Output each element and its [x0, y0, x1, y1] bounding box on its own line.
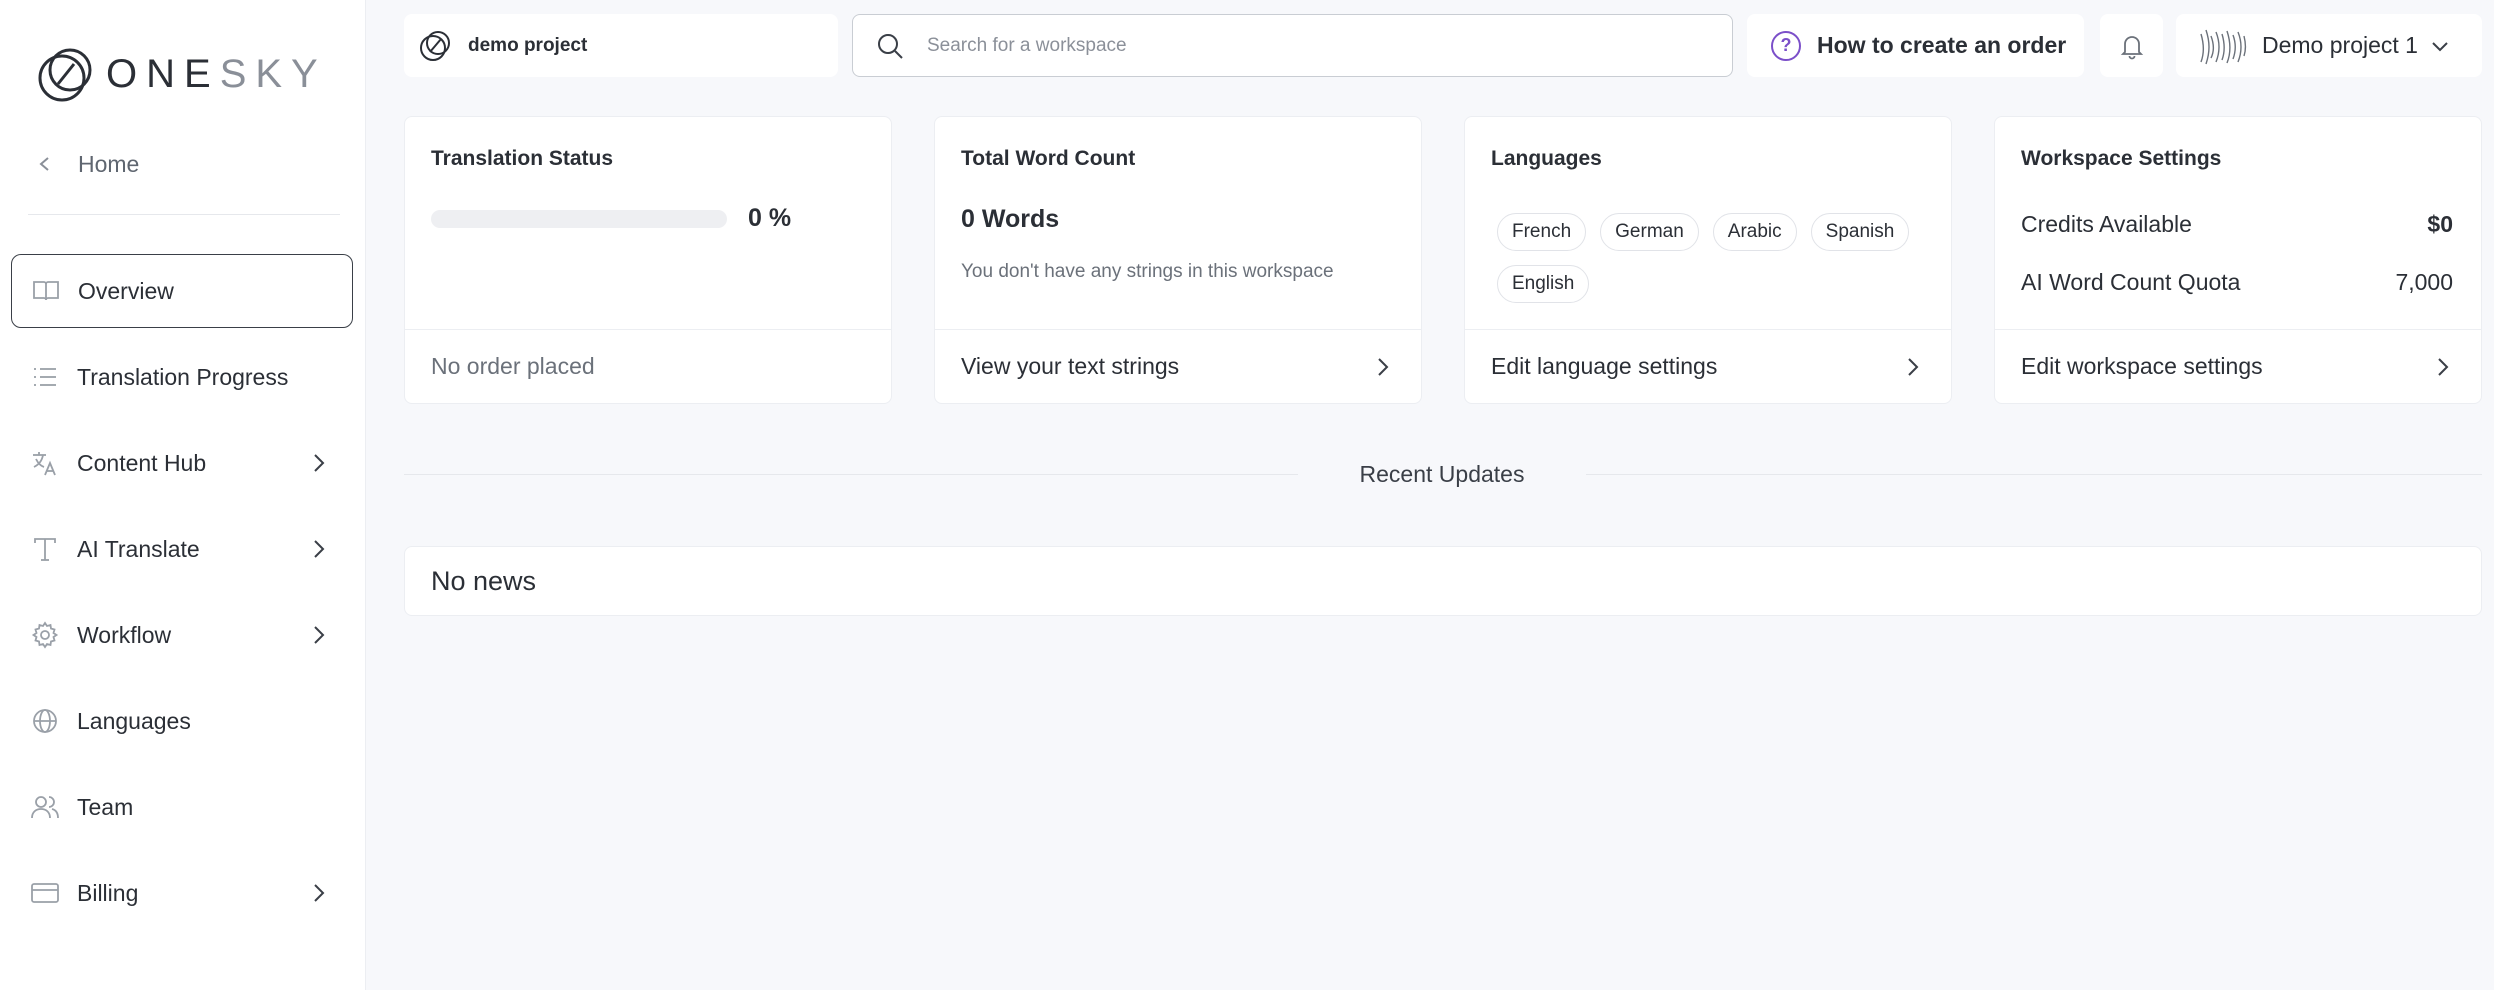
- language-chip: French: [1497, 213, 1587, 251]
- users-icon: [29, 791, 61, 823]
- credit-card-icon: [29, 877, 61, 909]
- language-chip: German: [1600, 213, 1699, 251]
- notifications-button[interactable]: [2100, 14, 2163, 77]
- divider-right: [1586, 474, 2482, 475]
- project-name: demo project: [468, 34, 588, 56]
- order-status-label: No order placed: [431, 353, 595, 379]
- how-to-create-order-button[interactable]: ? How to create an order: [1747, 14, 2084, 77]
- translation-progress-bar: [431, 210, 727, 228]
- brand-name-dark: ONE: [106, 51, 220, 96]
- chevron-right-icon: [1378, 358, 1389, 376]
- sidebar: ONESKY Home Overview Translation Progres…: [0, 0, 366, 990]
- project-logo-icon: [420, 30, 450, 61]
- edit-language-settings-label: Edit language settings: [1491, 353, 1718, 379]
- account-label: Demo project 1: [2262, 32, 2418, 58]
- edit-language-settings-link[interactable]: Edit language settings: [1465, 329, 1951, 403]
- view-text-strings-link[interactable]: View your text strings: [935, 329, 1421, 403]
- credits-value: $0: [2427, 211, 2453, 237]
- list-icon: [29, 361, 61, 393]
- workspace-settings-card: Workspace Settings Credits Available $0 …: [1994, 116, 2482, 404]
- edit-workspace-settings-label: Edit workspace settings: [2021, 353, 2263, 379]
- chevron-right-icon: [314, 454, 325, 472]
- sidebar-item-translation-progress[interactable]: Translation Progress: [11, 340, 353, 414]
- sidebar-item-label: Workflow: [77, 621, 172, 648]
- edit-workspace-settings-link[interactable]: Edit workspace settings: [1995, 329, 2481, 403]
- quota-row: AI Word Count Quota 7,000: [2021, 269, 2453, 296]
- translation-status-card: Translation Status 0 % No order placed: [404, 116, 892, 404]
- search-input[interactable]: [927, 34, 1687, 57]
- view-text-strings-label: View your text strings: [961, 353, 1180, 379]
- chevron-right-icon: [314, 540, 325, 558]
- bell-icon: [2120, 35, 2143, 59]
- word-count-value: 0 Words: [961, 205, 1060, 233]
- order-status: No order placed: [405, 329, 891, 403]
- sidebar-item-languages[interactable]: Languages: [11, 684, 353, 758]
- chevron-down-icon: [2432, 41, 2448, 51]
- credits-label: Credits Available: [2021, 211, 2192, 237]
- sidebar-item-team[interactable]: Team: [11, 770, 353, 844]
- sidebar-nav: Overview Translation Progress Content Hu…: [11, 254, 353, 942]
- word-count-note: You don't have any strings in this works…: [961, 261, 1334, 282]
- project-switcher[interactable]: demo project: [404, 14, 838, 77]
- sidebar-item-label: AI Translate: [77, 535, 200, 562]
- sidebar-item-workflow[interactable]: Workflow: [11, 598, 353, 672]
- account-menu[interactable]: Demo project 1: [2176, 14, 2482, 77]
- workspace-search[interactable]: [852, 14, 1733, 77]
- chevron-right-icon: [314, 626, 325, 644]
- sidebar-item-label: Billing: [77, 879, 139, 906]
- languages-card: Languages French German Arabic Spanish E…: [1464, 116, 1952, 404]
- home-link[interactable]: Home: [38, 146, 139, 182]
- home-label: Home: [78, 150, 140, 177]
- how-to-label: How to create an order: [1817, 32, 2067, 58]
- onesky-logo[interactable]: ONESKY: [36, 44, 327, 104]
- chevron-right-icon: [314, 884, 325, 902]
- card-title: Translation Status: [431, 147, 614, 170]
- sidebar-item-label: Languages: [77, 707, 191, 734]
- sidebar-item-overview[interactable]: Overview: [11, 254, 353, 328]
- progress-percent: 0 %: [748, 204, 792, 232]
- chevron-right-icon: [1908, 358, 1919, 376]
- news-empty-label: No news: [431, 565, 537, 596]
- quota-label: AI Word Count Quota: [2021, 269, 2241, 295]
- brand-name-light: SKY: [219, 51, 327, 96]
- card-title: Languages: [1491, 147, 1602, 170]
- sidebar-item-label: Content Hub: [77, 449, 207, 476]
- gear-icon: [29, 619, 61, 651]
- recent-updates-title: Recent Updates: [1359, 461, 1525, 487]
- sidebar-item-label: Team: [77, 793, 134, 820]
- language-chip: Arabic: [1712, 213, 1797, 251]
- language-chip: English: [1497, 265, 1590, 303]
- sidebar-divider: [28, 214, 340, 215]
- search-icon: [878, 33, 903, 59]
- news-panel: No news: [404, 546, 2482, 616]
- divider-left: [404, 474, 1298, 475]
- avatar: [2200, 29, 2247, 64]
- card-title: Total Word Count: [961, 147, 1136, 170]
- onesky-logo-icon: [38, 48, 92, 102]
- quota-value: 7,000: [2395, 269, 2453, 295]
- brand-name: ONESKY: [106, 52, 327, 97]
- card-title: Workspace Settings: [2021, 147, 2222, 170]
- book-icon: [30, 275, 62, 307]
- translate-icon: [29, 447, 61, 479]
- word-count-card: Total Word Count 0 Words You don't have …: [934, 116, 1422, 404]
- sidebar-item-label: Overview: [78, 277, 174, 304]
- help-icon: ?: [1771, 30, 1801, 61]
- chevron-right-icon: [2438, 358, 2449, 376]
- text-icon: [29, 533, 61, 565]
- sidebar-item-label: Translation Progress: [77, 363, 289, 390]
- language-chip: Spanish: [1810, 213, 1910, 251]
- sidebar-item-ai-translate[interactable]: AI Translate: [11, 512, 353, 586]
- chevron-left-icon: [39, 157, 49, 171]
- globe-icon: [29, 705, 61, 737]
- language-chips: French German Arabic Spanish English: [1497, 213, 1937, 303]
- sidebar-item-content-hub[interactable]: Content Hub: [11, 426, 353, 500]
- credits-row: Credits Available $0: [2021, 211, 2453, 238]
- sidebar-item-billing[interactable]: Billing: [11, 856, 353, 930]
